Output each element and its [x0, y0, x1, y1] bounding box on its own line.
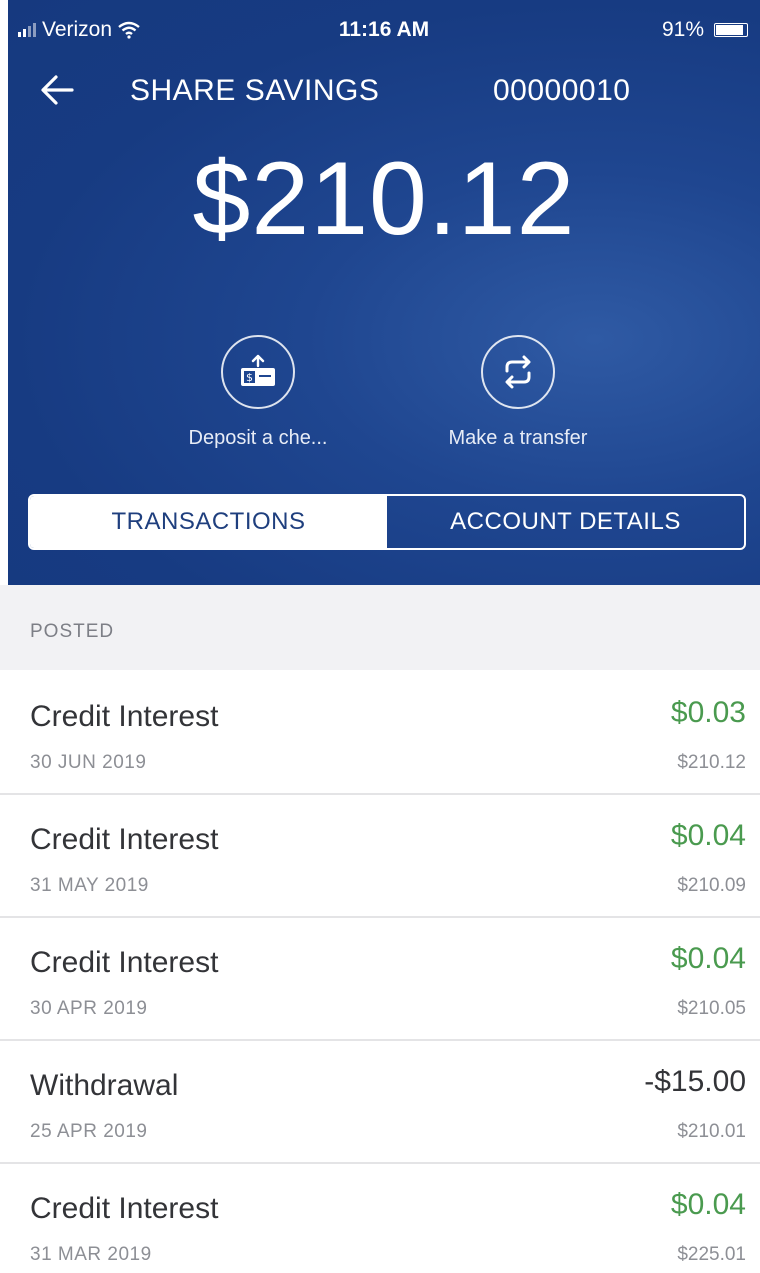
- battery-percent: 91%: [661, 18, 704, 41]
- transaction-amount: $0.04: [670, 942, 746, 975]
- tab-account-details[interactable]: ACCOUNT DETAILS: [387, 496, 744, 548]
- view-tabs: TRANSACTIONS ACCOUNT DETAILS: [28, 494, 746, 550]
- transaction-date: 31 MAR 2019: [30, 1244, 152, 1265]
- transaction-name: Withdrawal: [30, 1069, 179, 1102]
- transaction-name: Credit Interest: [30, 946, 219, 979]
- transaction-running-balance: $210.12: [677, 752, 746, 773]
- transaction-running-balance: $210.01: [677, 1121, 746, 1142]
- status-bar: Verizon 11:16 AM 91%: [8, 0, 760, 60]
- transaction-row[interactable]: Credit Interest 31 MAY 2019 $0.04 $210.0…: [0, 795, 760, 918]
- transaction-amount: $0.04: [670, 1188, 746, 1221]
- transaction-row[interactable]: Withdrawal 25 APR 2019 -$15.00 $210.01: [0, 1041, 760, 1164]
- nav-row: SHARE SAVINGS 00000010: [8, 64, 760, 114]
- transaction-amount: -$15.00: [644, 1065, 746, 1098]
- transaction-running-balance: $225.01: [677, 1244, 746, 1265]
- account-number: 00000010: [493, 74, 631, 107]
- section-header-posted: POSTED: [0, 585, 760, 670]
- deposit-check-label: Deposit a che...: [188, 427, 328, 449]
- page-title: SHARE SAVINGS: [130, 74, 380, 107]
- transaction-row[interactable]: Credit Interest 31 MAR 2019 $0.04 $225.0…: [0, 1164, 760, 1273]
- transaction-row[interactable]: Credit Interest 30 APR 2019 $0.04 $210.0…: [0, 918, 760, 1041]
- transaction-amount: $0.03: [670, 696, 746, 729]
- battery-icon: [714, 23, 748, 37]
- make-transfer-label: Make a transfer: [448, 427, 588, 449]
- svg-text:$: $: [246, 371, 253, 384]
- transaction-date: 30 JUN 2019: [30, 752, 147, 773]
- account-balance: $210.12: [192, 141, 576, 257]
- transaction-name: Credit Interest: [30, 1192, 219, 1225]
- transaction-row[interactable]: Credit Interest 30 JUN 2019 $0.03 $210.1…: [0, 672, 760, 795]
- make-transfer-button[interactable]: Make a transfer: [408, 335, 628, 450]
- transaction-name: Credit Interest: [30, 823, 219, 856]
- transaction-list: Credit Interest 30 JUN 2019 $0.03 $210.1…: [0, 672, 760, 1273]
- transaction-date: 31 MAY 2019: [30, 875, 149, 896]
- transfer-arrows-icon[interactable]: [481, 335, 555, 409]
- deposit-check-button[interactable]: $ Deposit a che...: [148, 335, 368, 450]
- transaction-date: 25 APR 2019: [30, 1121, 148, 1142]
- battery-fill: [716, 25, 744, 35]
- tab-transactions[interactable]: TRANSACTIONS: [30, 496, 387, 548]
- status-time: 11:16 AM: [338, 18, 430, 41]
- transaction-running-balance: $210.09: [677, 875, 746, 896]
- battery-info: 91%: [662, 18, 748, 42]
- transaction-date: 30 APR 2019: [30, 998, 148, 1019]
- deposit-check-icon[interactable]: $: [221, 335, 295, 409]
- transaction-amount: $0.04: [670, 819, 746, 852]
- account-header: Verizon 11:16 AM 91% SHARE SAVINGS 00000…: [8, 0, 760, 585]
- transaction-running-balance: $210.05: [677, 998, 746, 1019]
- back-arrow-icon[interactable]: [36, 70, 80, 110]
- transaction-name: Credit Interest: [30, 700, 219, 733]
